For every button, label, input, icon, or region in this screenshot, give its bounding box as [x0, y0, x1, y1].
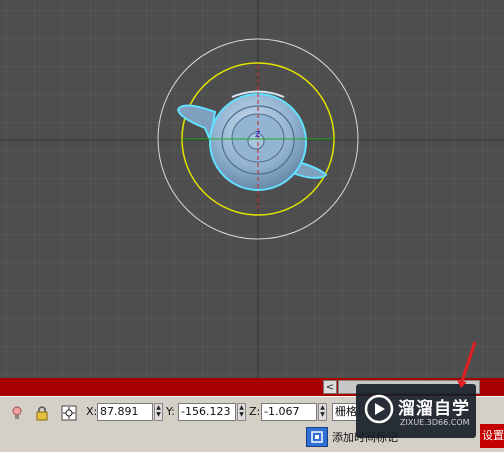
lightbulb-icon[interactable] [8, 404, 26, 422]
red-arrow-annotation [457, 341, 477, 388]
gizmo-axis-z-label: Z [255, 130, 261, 139]
viewport-canvas[interactable]: Z [0, 0, 504, 378]
y-coordinate-field[interactable]: -156.123 [178, 403, 236, 421]
scroll-left-button[interactable]: < [323, 380, 337, 394]
x-coordinate-field[interactable]: 87.891 [97, 403, 153, 421]
watermark-title: 溜溜自学 [398, 399, 470, 419]
x-coordinate-spinner[interactable]: ▲ ▼ [154, 403, 163, 421]
absolute-mode-icon[interactable] [60, 404, 78, 422]
lock-icon[interactable] [33, 404, 51, 422]
z-coordinate-label: Z: [249, 405, 261, 418]
watermark-overlay: 溜溜自学 ZIXUE.3D66.COM [356, 384, 476, 438]
set-key-button[interactable]: 设置 [480, 424, 504, 448]
y-coordinate-spinner[interactable]: ▲ ▼ [237, 403, 246, 421]
x-coordinate-label: X: [86, 405, 98, 418]
watermark-subtitle: ZIXUE.3D66.COM [400, 418, 470, 427]
key-mode-icon[interactable] [306, 427, 328, 447]
z-coordinate-spinner[interactable]: ▲ ▼ [318, 403, 327, 421]
y-coordinate-label: Y: [166, 405, 175, 418]
perspective-viewport[interactable]: Z [0, 0, 504, 378]
z-coordinate-field[interactable]: -1.067 [261, 403, 317, 421]
watermark-logo-icon [364, 394, 394, 424]
